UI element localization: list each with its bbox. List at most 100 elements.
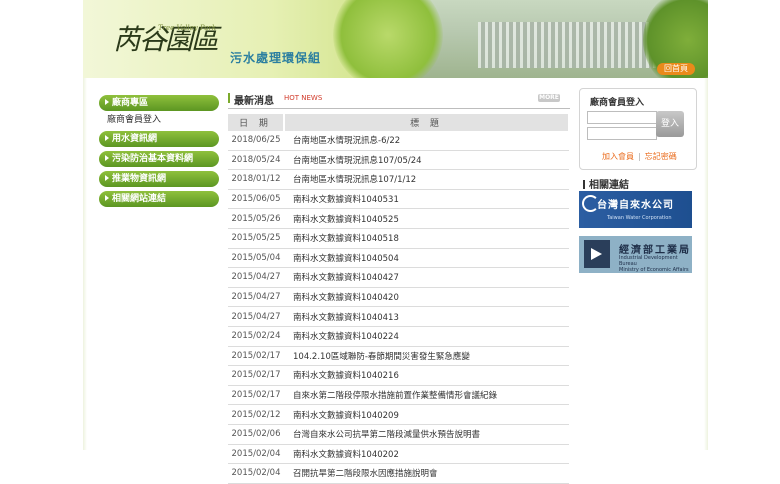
table-row[interactable]: 2018/06/25 台南地區水情現況訊息-6/22 (228, 131, 569, 151)
news-date: 2015/02/06 (228, 424, 284, 445)
table-row[interactable]: 2015/02/17 自來水第二階段停限水措施前置作業整備情形會議紀錄 (228, 385, 569, 406)
news-date: 2015/06/05 (228, 189, 284, 210)
more-button[interactable]: MORE (538, 94, 560, 102)
news-title-link[interactable]: 台灣自來水公司抗旱第二階段減量供水預告說明書 (284, 424, 569, 445)
forgot-password-link[interactable]: 忘記密碼 (645, 152, 677, 161)
news-title-link[interactable]: 南科水文數據資料1040504 (284, 248, 569, 269)
ind-banner-title: 經濟部工業局 (619, 245, 691, 256)
news-title-link[interactable]: 南科水文數據資料1040209 (284, 404, 569, 425)
table-row[interactable]: 2015/04/27 南科水文數據資料1040413 (228, 306, 569, 327)
water-banner-subtitle: Taiwan Water Corporation (607, 215, 672, 221)
news-date: 2015/04/27 (228, 306, 284, 327)
table-row[interactable]: 2015/05/25 南科水文數據資料1040518 (228, 228, 569, 249)
news-date: 2015/02/17 (228, 346, 284, 367)
news-title-link[interactable]: 台南地區水情現況訊息-6/22 (284, 131, 569, 151)
news-table: 日 期 標 題 2018/06/25 台南地區水情現況訊息-6/22 2018/05… (228, 114, 570, 484)
news-date: 2015/05/25 (228, 228, 284, 249)
news-date: 2018/05/24 (228, 150, 284, 171)
news-title-link[interactable]: 南科水文數據資料1040202 (284, 444, 569, 465)
related-links-title: 相關連結 (583, 176, 629, 191)
username-input[interactable] (587, 111, 657, 124)
triangle-bullet-icon (105, 99, 109, 105)
taiwan-water-banner[interactable]: 台灣自來水公司 Taiwan Water Corporation (579, 191, 692, 228)
news-subtitle: HOT NEWS (284, 94, 323, 102)
water-banner-title: 台灣自來水公司 (597, 200, 674, 211)
news-title-link[interactable]: 台南地區水情現況訊息107/1/12 (284, 169, 569, 190)
news-date: 2015/02/17 (228, 385, 284, 406)
password-input[interactable] (587, 127, 657, 140)
table-row[interactable]: 2015/02/06 台灣自來水公司抗旱第二階段減量供水預告說明書 (228, 424, 569, 445)
login-links: 加入會員 | 忘記密碼 (602, 151, 677, 162)
site-logo-english: Tree Valley Park (158, 24, 217, 32)
news-date: 2015/02/17 (228, 365, 284, 386)
news-date: 2018/01/12 (228, 169, 284, 190)
frame-right-shadow (704, 78, 708, 450)
news-header: 最新消息 HOT NEWS MORE (228, 88, 570, 109)
news-title-link[interactable]: 南科水文數據資料1040420 (284, 287, 569, 308)
triangle-bullet-icon (105, 175, 109, 181)
news-title-link[interactable]: 南科水文數據資料1040518 (284, 228, 569, 249)
sidebar-item-related-links[interactable]: 相關網站連結 (99, 191, 219, 207)
news-date: 2015/05/26 (228, 208, 284, 229)
banner-gate-photo (478, 22, 658, 68)
sidebar-item-vendor-area[interactable]: 廠商專區 (99, 95, 219, 111)
news-date: 2015/02/24 (228, 326, 284, 347)
table-row[interactable]: 2018/01/12 台南地區水情現況訊息107/1/12 (228, 169, 569, 190)
table-row[interactable]: 2015/04/27 南科水文數據資料1040427 (228, 267, 569, 288)
table-row[interactable]: 2015/02/24 南科水文數據資料1040224 (228, 326, 569, 347)
news-date: 2015/02/04 (228, 463, 284, 484)
sidebar-item-waste-info[interactable]: 推業物資訊網 (99, 171, 219, 187)
banner-tree-image (333, 0, 443, 78)
news-title-link[interactable]: 南科水文數據資料1040216 (284, 365, 569, 386)
table-row[interactable]: 2015/05/04 南科水文數據資料1040504 (228, 248, 569, 269)
sidebar-item-pollution-data[interactable]: 污染防治基本資料網 (99, 151, 219, 167)
news-date: 2015/04/27 (228, 287, 284, 308)
login-box: 廠商會員登入 登入 加入會員 | 忘記密碼 (579, 88, 697, 170)
news-date: 2018/06/25 (228, 131, 284, 151)
page: 芮谷園區 Tree Valley Park 污水處理環保組 回首頁 廠商專區 廠… (0, 0, 780, 484)
news-title: 最新消息 (228, 92, 274, 107)
news-title-link[interactable]: 104.2.10區域聯防-春節期間災害發生緊急應變 (284, 346, 569, 367)
triangle-bullet-icon (105, 195, 109, 201)
table-row[interactable]: 2015/02/17 104.2.10區域聯防-春節期間災害發生緊急應變 (228, 346, 569, 367)
link-separator: | (638, 152, 641, 161)
table-row[interactable]: 2015/02/17 南科水文數據資料1040216 (228, 365, 569, 386)
news-title-link[interactable]: 自來水第二階段停限水措施前置作業整備情形會議紀錄 (284, 385, 569, 406)
table-row[interactable]: 2015/05/26 南科水文數據資料1040525 (228, 208, 569, 229)
news-rows: 2018/06/25 台南地區水情現況訊息-6/22 2018/05/24 台南地區水… (228, 131, 569, 484)
news-date: 2015/05/04 (228, 248, 284, 269)
column-header-title: 標 題 (284, 114, 570, 131)
ind-banner-subtitle: Industrial Development Bureau Ministry o… (619, 255, 689, 273)
table-row[interactable]: 2015/02/04 南科水文數據資料1040202 (228, 444, 569, 465)
site-title: 污水處理環保組 (230, 51, 322, 65)
news-title-link[interactable]: 南科水文數據資料1040224 (284, 326, 569, 347)
login-title: 廠商會員登入 (590, 98, 645, 108)
table-row[interactable]: 2015/04/27 南科水文數據資料1040420 (228, 287, 569, 308)
sidebar: 廠商專區 廠商會員登入 用水資訊網 污染防治基本資料網 推業物資訊網 相關網站連… (99, 95, 219, 211)
table-row[interactable]: 2018/05/24 台南地區水情現況訊息107/05/24 (228, 150, 569, 171)
table-row[interactable]: 2015/02/12 南科水文數據資料1040209 (228, 404, 569, 425)
news-title-link[interactable]: 南科水文數據資料1040531 (284, 189, 569, 210)
join-member-link[interactable]: 加入會員 (602, 152, 634, 161)
news-title-link[interactable]: 南科水文數據資料1040525 (284, 208, 569, 229)
login-button[interactable]: 登入 (656, 111, 684, 137)
table-row[interactable]: 2015/02/04 召開抗旱第二階段限水因應措施說明會 (228, 463, 569, 484)
news-title-link[interactable]: 南科水文數據資料1040427 (284, 267, 569, 288)
news-date: 2015/02/12 (228, 404, 284, 425)
industrial-bureau-emblem-icon (584, 240, 610, 268)
table-row[interactable]: 2015/06/05 南科水文數據資料1040531 (228, 189, 569, 210)
news-date: 2015/02/04 (228, 444, 284, 465)
home-button[interactable]: 回首頁 (657, 63, 695, 75)
triangle-bullet-icon (105, 135, 109, 141)
news-title-link[interactable]: 召開抗旱第二階段限水因應措施說明會 (284, 463, 569, 484)
sidebar-item-water-info[interactable]: 用水資訊網 (99, 131, 219, 147)
news-title-link[interactable]: 台南地區水情現況訊息107/05/24 (284, 150, 569, 171)
industrial-bureau-banner[interactable]: 經濟部工業局 Industrial Development Bureau Min… (579, 236, 692, 273)
triangle-bullet-icon (105, 155, 109, 161)
news-date: 2015/04/27 (228, 267, 284, 288)
column-header-date: 日 期 (228, 114, 285, 131)
sidebar-sub-vendor-login[interactable]: 廠商會員登入 (99, 113, 219, 127)
frame-left-shadow (83, 78, 87, 450)
news-title-link[interactable]: 南科水文數據資料1040413 (284, 306, 569, 327)
news-section: 最新消息 HOT NEWS MORE 日 期 標 題 2018/06/25 台南地… (228, 88, 570, 484)
